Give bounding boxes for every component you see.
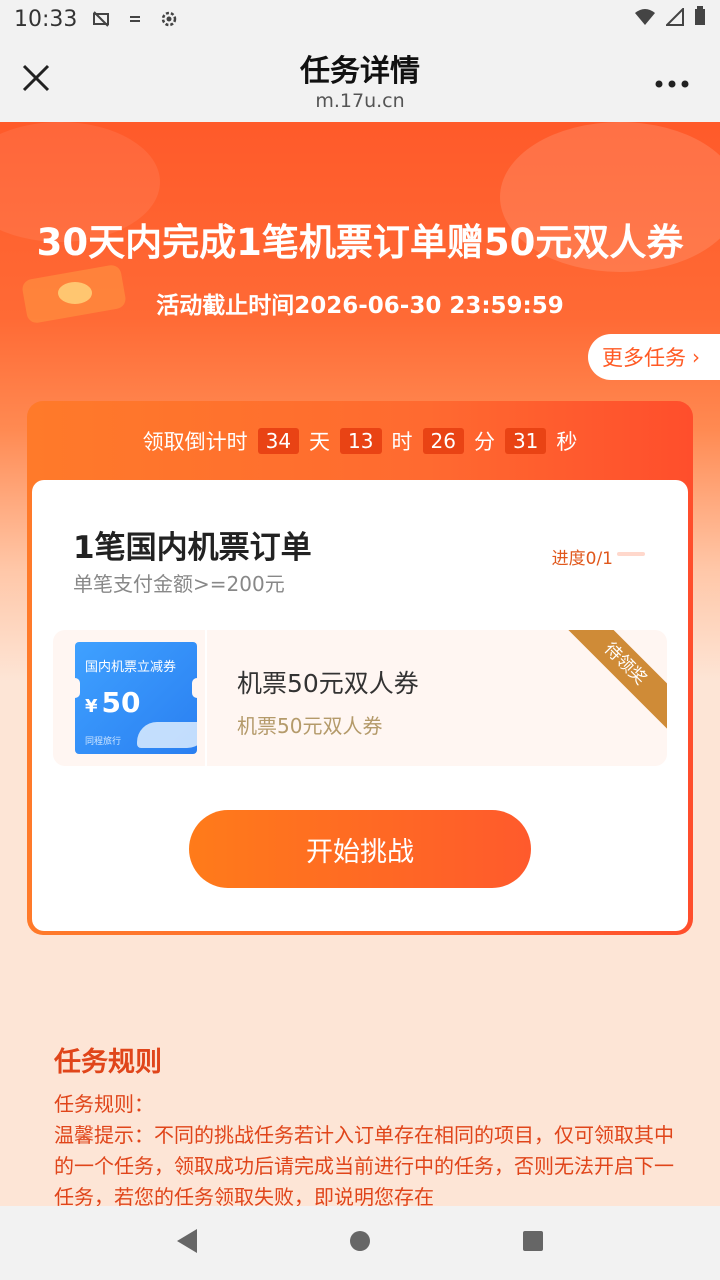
coupon-title: 国内机票立减券 [85,660,177,675]
task-subtitle: 单笔支付金额>=200元 [73,572,285,596]
more-options-icon[interactable] [654,74,690,88]
status-ribbon: 待领奖 [567,630,667,730]
data-saver-icon [125,9,145,29]
status-bar: 10:33 [0,0,720,38]
coupon-notch [192,678,197,698]
rules-line: 任务规则： [54,1092,154,1116]
countdown-seconds-unit: 秒 [556,430,578,454]
nav-bar: 任务详情 m.17u.cn [0,38,720,122]
start-challenge-button[interactable]: 开始挑战 [189,810,531,888]
rules-heading: 任务规则 [54,1047,162,1078]
status-time: 10:33 [14,6,78,32]
countdown-minutes-unit: 分 [473,430,495,454]
coupon-image: 国内机票立减券 ¥50 同程旅行 [75,642,197,754]
airplane-icon [137,722,197,748]
coupon-amount: ¥50 [85,686,141,719]
recents-icon[interactable] [521,1229,545,1257]
reward-name: 机票50元双人券 [237,669,419,698]
home-icon[interactable] [348,1229,372,1257]
countdown-days-unit: 天 [309,430,331,454]
coupon-brand: 同程旅行 [85,737,122,747]
claim-countdown: 领取倒计时 34 天 13 时 26 分 31 秒 [27,427,693,455]
cast-off-icon [91,9,111,29]
chevron-right-icon: › [692,345,700,369]
coupon-notch [75,678,80,698]
countdown-minutes: 26 [422,428,464,454]
back-icon[interactable] [175,1228,199,1258]
signal-icon [664,6,684,32]
coupon-currency: ¥ [85,696,98,717]
countdown-hours: 13 [340,428,382,454]
task-progress-bar [617,552,645,556]
task-card: 领取倒计时 34 天 13 时 26 分 31 秒 1笔国内机票订单 单笔支付金… [27,401,693,935]
countdown-label: 领取倒计时 [142,430,248,454]
battery-icon [694,6,706,32]
countdown-seconds: 31 [504,428,547,454]
campaign-title: 30天内完成1笔机票订单赠50元双人券 [36,221,684,264]
rules-line: 温馨提示：不同的挑战任务若计入订单存在相同的项目，仅可领取其中的一个任务，领取成… [54,1123,674,1209]
reward-divider [205,630,207,766]
reward-description: 机票50元双人券 [237,714,383,738]
settings-icon [159,9,179,29]
countdown-days: 34 [257,428,300,454]
page-title: 任务详情 [300,54,420,89]
countdown-hours-unit: 时 [391,430,413,454]
task-card-body: 1笔国内机票订单 单笔支付金额>=200元 进度0/1 国内机票立减券 ¥50 … [32,480,688,931]
more-tasks-label: 更多任务 [602,346,686,370]
campaign-deadline: 活动截止时间2026-06-30 23:59:59 [156,293,564,319]
task-title: 1笔国内机票订单 [73,530,312,566]
coupon-value: 50 [101,686,141,719]
more-tasks-button[interactable]: 更多任务 › [588,334,720,380]
page-url: m.17u.cn [315,90,405,112]
wifi-icon [634,7,656,32]
task-rules: 任务规则 任务规则： 温馨提示：不同的挑战任务若计入订单存在相同的项目，仅可领取… [54,1040,674,1213]
system-nav-bar [0,1206,720,1280]
status-ribbon-label: 待领奖 [567,630,667,730]
task-progress-text: 进度0/1 [551,549,613,569]
reward-item: 国内机票立减券 ¥50 同程旅行 机票50元双人券 机票50元双人券 待领奖 [53,630,667,766]
